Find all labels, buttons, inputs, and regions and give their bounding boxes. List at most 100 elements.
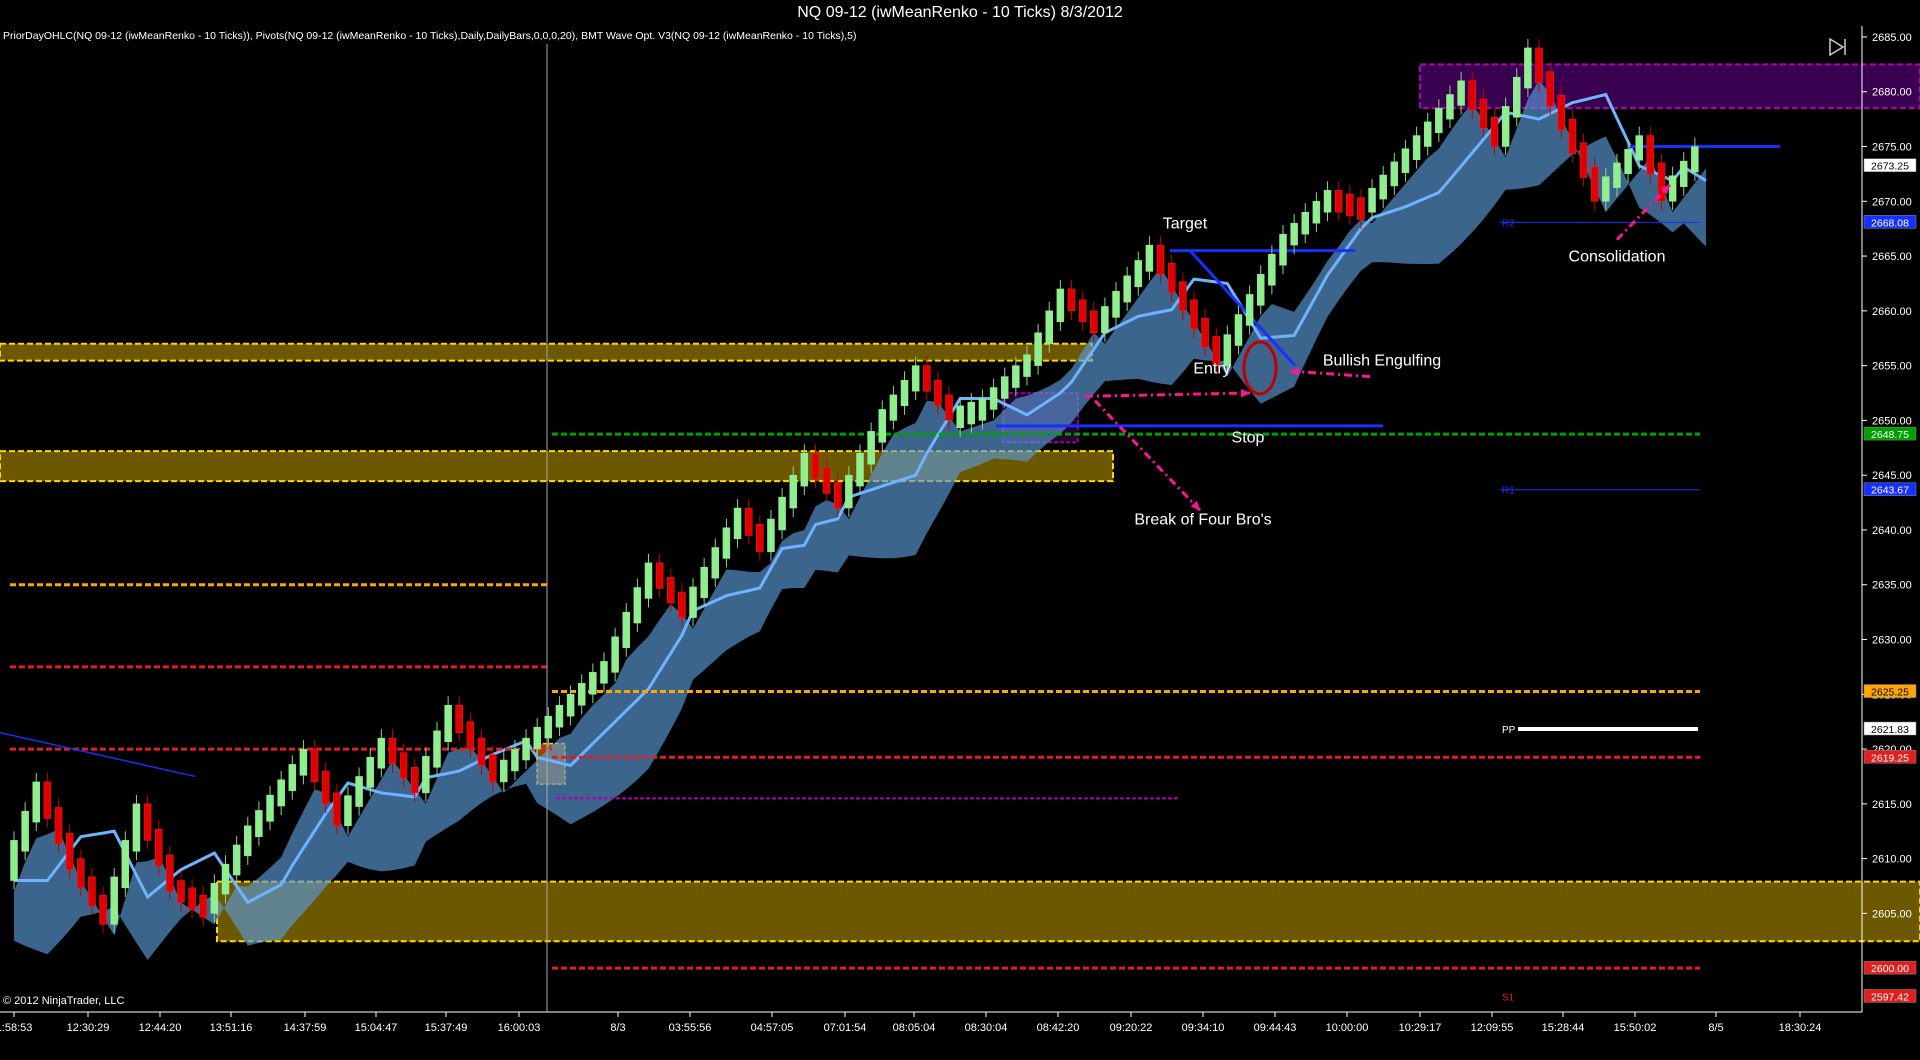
renko-bar-up	[900, 379, 909, 407]
renko-bar-down	[1334, 190, 1343, 213]
renko-bar-up	[422, 756, 430, 794]
renko-bar-down	[1179, 281, 1187, 312]
renko-bar-up	[1635, 135, 1643, 161]
renko-bar-up	[1412, 135, 1421, 160]
renko-bar-up	[288, 764, 297, 791]
renko-bar-up	[1668, 175, 1677, 202]
renko-bar-down	[310, 748, 319, 783]
renko-bar-down	[1579, 142, 1588, 178]
renko-bar-down	[54, 807, 63, 845]
renko-bar-up	[1368, 187, 1376, 213]
y-tick-label: 2630.00	[1872, 635, 1912, 647]
renko-bar-down	[77, 858, 85, 889]
renko-bar-up	[221, 863, 230, 895]
copyright-label: © 2012 NinjaTrader, LLC	[3, 995, 125, 1007]
price-flag-label: 2625.25	[1871, 687, 1909, 699]
pivot-label-s1: S1	[1502, 992, 1515, 1003]
renko-bar-up	[1279, 233, 1287, 266]
x-tick-label: 15:50:02	[1614, 1022, 1657, 1034]
renko-bar-down	[1546, 71, 1554, 107]
renko-bar-up	[355, 776, 363, 807]
x-tick-label: 15:04:47	[355, 1022, 398, 1034]
renko-bar-down	[1067, 288, 1076, 312]
renko-bar-up	[255, 810, 263, 837]
renko-bar-down	[833, 482, 842, 509]
renko-bar-up	[856, 453, 864, 487]
renko-bar-up	[1379, 174, 1387, 200]
renko-bar-down	[1167, 263, 1176, 293]
renko-bar-up	[522, 737, 530, 761]
renko-bar-down	[1346, 193, 1354, 217]
renko-bar-up	[911, 365, 920, 392]
renko-bar-down	[88, 876, 96, 907]
x-tick-label: 15:37:49	[425, 1022, 468, 1034]
renko-bar-up	[1056, 288, 1065, 323]
renko-bar-up	[767, 518, 775, 553]
renko-bar-down	[488, 754, 497, 783]
renko-bar-up	[1256, 274, 1265, 306]
x-tick-label: 09:34:10	[1182, 1022, 1225, 1034]
renko-bar-up	[1101, 306, 1109, 334]
x-tick-label: 07:01:54	[824, 1022, 867, 1034]
x-tick-label: 12:09:55	[1471, 1022, 1514, 1034]
renko-bar-down	[1490, 117, 1499, 147]
y-tick-label: 2610.00	[1872, 854, 1912, 866]
renko-bar-up	[500, 759, 508, 783]
renko-bar-up	[600, 661, 608, 684]
renko-bar-up	[533, 726, 541, 750]
renko-bar-up	[989, 387, 998, 410]
renko-bar-up	[722, 527, 731, 559]
renko-bar-up	[889, 394, 898, 421]
x-tick-label: 8/3	[610, 1022, 625, 1034]
renko-bar-up	[266, 794, 274, 822]
y-tick-label: 2660.00	[1872, 306, 1912, 318]
renko-bar-up	[1457, 80, 1465, 106]
renko-bar-down	[188, 887, 196, 910]
renko-bar-up	[700, 566, 708, 599]
demand-zone-2	[216, 880, 1920, 943]
renko-bar-up	[845, 474, 853, 509]
renko-bar-down	[923, 365, 931, 392]
x-tick-label: 04:57:05	[751, 1022, 794, 1034]
x-tick-label: 08:42:20	[1037, 1022, 1080, 1034]
zone-layer	[0, 63, 1920, 943]
scroll-to-end-icon[interactable]	[1827, 36, 1849, 58]
renko-bar-up	[1691, 146, 1699, 173]
renko-bar-up	[1613, 162, 1621, 188]
renko-bar-down	[43, 781, 52, 819]
renko-bar-down	[177, 880, 185, 903]
renko-bar-up	[800, 453, 809, 487]
renko-bar-down	[756, 524, 764, 553]
renko-bar-up	[589, 672, 597, 695]
price-chart[interactable]: R2 R1 PP S1 Target Entry Bullish Engulfing Sto…	[0, 26, 1920, 1055]
annotation-label-3: Stop	[1232, 429, 1265, 446]
renko-bar-up	[1245, 294, 1254, 326]
chart-frame[interactable]: R2 R1 PP S1 Target Entry Bullish Engulfing Sto…	[0, 26, 1920, 1055]
demand-zone-0	[0, 342, 1093, 362]
x-tick-label: 03:55:56	[669, 1022, 712, 1034]
renko-bar-down	[1190, 299, 1198, 330]
renko-bar-up	[978, 398, 987, 421]
renko-bar-up	[867, 431, 875, 465]
bmt-wave-band	[14, 80, 1706, 961]
renko-bar-down	[455, 704, 464, 733]
renko-bar-down	[945, 394, 953, 421]
x-tick-label: 15:28:44	[1542, 1022, 1585, 1034]
renko-bar-up	[21, 810, 29, 852]
y-tick-label: 2615.00	[1872, 799, 1912, 811]
x-tick-label: 1:58:53	[0, 1022, 32, 1034]
renko-bar-up	[1145, 244, 1154, 272]
renko-bar-down	[655, 562, 664, 589]
renko-bar-up	[32, 781, 41, 823]
x-tick-label: 14:37:59	[284, 1022, 327, 1034]
y-tick-label: 2655.00	[1872, 361, 1912, 373]
pivot-label-pp: PP	[1502, 725, 1516, 736]
renko-bar-down	[333, 792, 341, 827]
pivot-label-r2: R2	[1502, 218, 1515, 229]
renko-bar-up	[1023, 354, 1031, 377]
renko-bar-up	[967, 401, 976, 425]
renko-bar-down	[399, 752, 408, 779]
renko-bar-up	[121, 840, 130, 889]
renko-bar-down	[1078, 299, 1087, 323]
renko-bar-up	[555, 704, 564, 728]
